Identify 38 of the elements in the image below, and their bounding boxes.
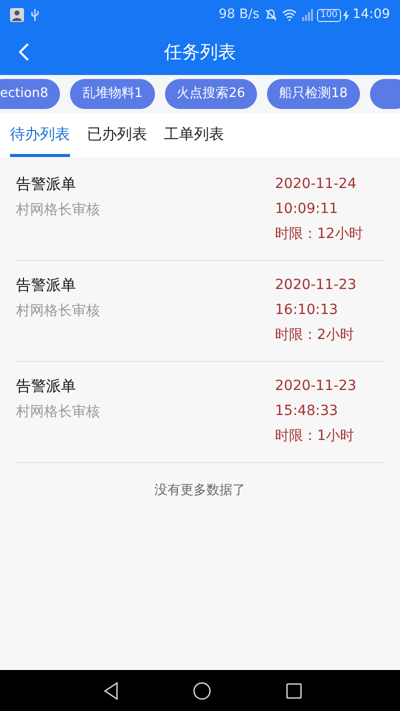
task-subtitle: 村网格长审核 — [16, 201, 101, 220]
filter-chip[interactable]: 船只检测18 — [267, 79, 360, 109]
usb-icon — [30, 8, 40, 22]
filter-chip[interactable] — [370, 79, 400, 109]
filter-chip[interactable]: ection8 — [0, 79, 60, 109]
task-title: 告警派单 — [16, 174, 77, 195]
task-date: 2020-11-23 — [275, 276, 356, 295]
mute-icon — [264, 8, 278, 22]
clock: 14:09 — [352, 6, 390, 24]
network-speed: 98 B/s — [218, 6, 260, 24]
list-tab[interactable]: 已办列表 — [87, 113, 147, 157]
recents-nav-icon[interactable] — [286, 682, 302, 698]
task-deadline: 时限：12小时 — [275, 225, 363, 244]
task-time: 15:48:33 — [275, 402, 339, 421]
charging-icon — [342, 10, 349, 20]
home-nav-icon[interactable] — [193, 682, 211, 700]
back-nav-icon[interactable] — [103, 682, 119, 700]
task-title: 告警派单 — [16, 376, 77, 397]
user-icon — [10, 8, 24, 22]
task-subtitle: 村网格长审核 — [16, 403, 101, 422]
battery-indicator: 100 — [317, 8, 341, 22]
task-date: 2020-11-23 — [275, 377, 356, 396]
wifi-icon — [282, 9, 298, 21]
task-date: 2020-11-24 — [275, 175, 358, 194]
task-time: 16:10:13 — [275, 301, 339, 320]
task-time: 10:09:11 — [275, 200, 339, 219]
task-deadline: 时限：2小时 — [275, 326, 355, 345]
back-icon — [18, 42, 30, 62]
task-subtitle: 村网格长审核 — [16, 302, 101, 321]
list-tab[interactable]: 工单列表 — [164, 113, 224, 157]
list-tab[interactable]: 待办列表 — [10, 113, 70, 157]
filter-chip[interactable]: 乱堆物料1 — [70, 79, 155, 109]
filter-chip[interactable]: 火点搜索26 — [164, 79, 258, 109]
page-title: 任务列表 — [164, 41, 236, 65]
no-more-data-text: 没有更多数据了 — [154, 482, 246, 500]
task-title: 告警派单 — [16, 275, 77, 296]
signal-icon — [301, 9, 314, 21]
task-deadline: 时限：1小时 — [275, 427, 355, 446]
